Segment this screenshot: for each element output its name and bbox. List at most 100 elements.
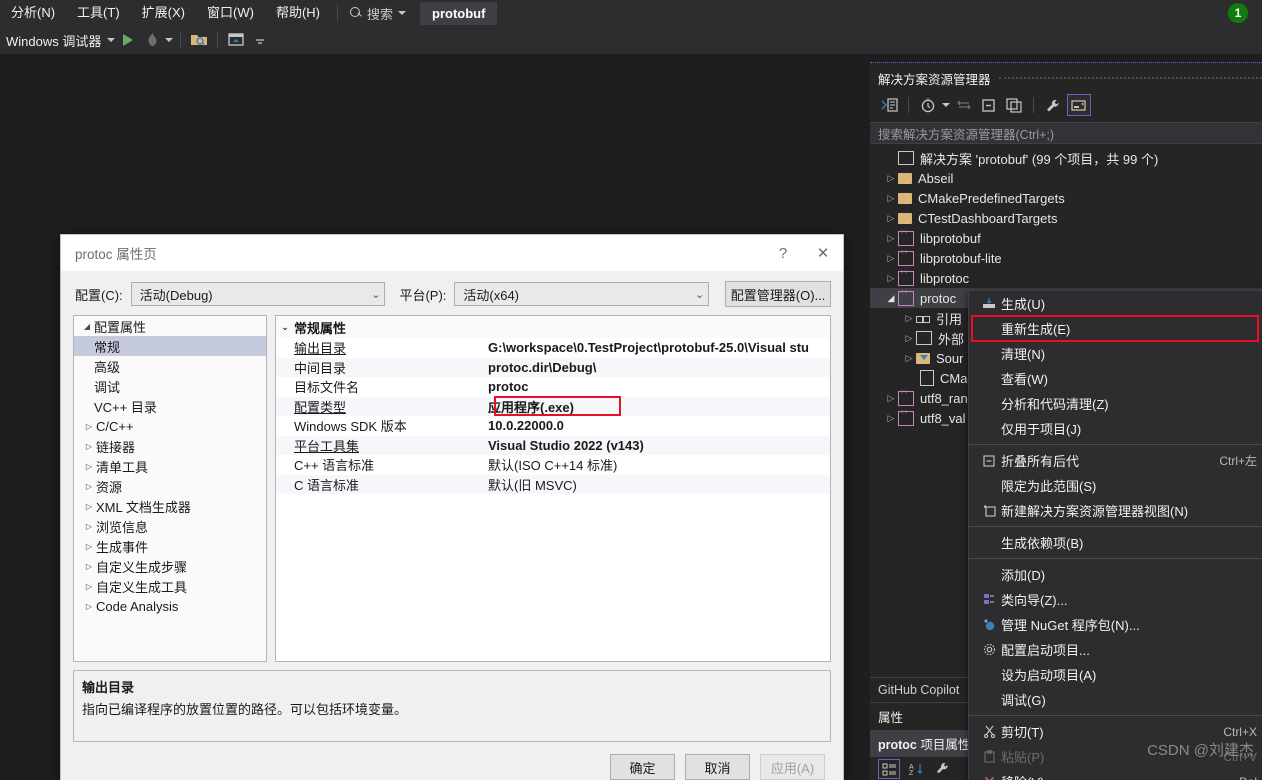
property-value[interactable]: 10.0.22000.0 <box>488 418 830 433</box>
tree-node-abseil[interactable]: ▷ Abseil <box>870 168 1262 188</box>
property-row[interactable]: C 语言标准 默认(旧 MSVC) <box>276 474 830 494</box>
chevron-right-icon[interactable]: ▷ <box>82 442 96 451</box>
category-advanced[interactable]: 高级 <box>74 356 266 376</box>
solution-search-input[interactable]: 搜索解决方案资源管理器(Ctrl+;) <box>870 122 1262 144</box>
context-menu-item-class-wizard[interactable]: 类向导(Z)... <box>969 587 1262 612</box>
chevron-right-icon[interactable]: ▷ <box>902 333 916 344</box>
chevron-down-icon[interactable] <box>165 38 174 42</box>
category-linker[interactable]: ▷ 链接器 <box>74 436 266 456</box>
configuration-manager-button[interactable]: 配置管理器(O)... <box>725 281 832 307</box>
tree-node-libprotoc[interactable]: ▷ libprotoc <box>870 268 1262 288</box>
property-row[interactable]: 输出目录 G:\workspace\0.TestProject\protobuf… <box>276 338 830 358</box>
platform-dropdown[interactable]: 活动(x64) ⌄ <box>454 282 710 306</box>
close-icon[interactable]: ✕ <box>803 236 843 270</box>
context-menu-item-manage-nuget[interactable]: 管理 NuGet 程序包(N)... <box>969 612 1262 637</box>
category-vcpp-directories[interactable]: VC++ 目录 <box>74 396 266 416</box>
chevron-down-icon[interactable]: ◢ <box>80 322 94 331</box>
chevron-down-icon[interactable] <box>942 103 950 107</box>
tree-node-solution[interactable]: 解决方案 'protobuf' (99 个项目，共 99 个) <box>870 148 1262 168</box>
new-view-icon[interactable] <box>1003 95 1025 115</box>
chevron-right-icon[interactable]: ▷ <box>82 462 96 471</box>
chevron-right-icon[interactable]: ▷ <box>82 582 96 591</box>
menu-item-window[interactable]: 窗口(W) <box>196 0 265 26</box>
context-menu-item-collapse-descendants[interactable]: 折叠所有后代 Ctrl+左 <box>969 448 1262 473</box>
category-custom-build-step[interactable]: ▷ 自定义生成步骤 <box>74 556 266 576</box>
chevron-right-icon[interactable]: ▷ <box>82 482 96 491</box>
property-row[interactable]: C++ 语言标准 默认(ISO C++14 标准) <box>276 455 830 475</box>
context-menu-item-scope-to-this[interactable]: 限定为此范围(S) <box>969 473 1262 498</box>
category-resources[interactable]: ▷ 资源 <box>74 476 266 496</box>
category-browse-information[interactable]: ▷ 浏览信息 <box>74 516 266 536</box>
category-code-analysis[interactable]: ▷ Code Analysis <box>74 596 266 616</box>
context-menu-item-new-solution-view[interactable]: 新建解决方案资源管理器视图(N) <box>969 498 1262 523</box>
category-custom-build-tool[interactable]: ▷ 自定义生成工具 <box>74 576 266 596</box>
property-row[interactable]: 平台工具集 Visual Studio 2022 (v143) <box>276 435 830 455</box>
category-xml-doc-generator[interactable]: ▷ XML 文档生成器 <box>74 496 266 516</box>
overflow-icon[interactable] <box>249 29 271 51</box>
property-row-configuration-type[interactable]: 配置类型 应用程序(.exe) <box>276 396 830 416</box>
category-general[interactable]: 常规 <box>74 336 266 356</box>
chevron-right-icon[interactable]: ▷ <box>902 313 916 324</box>
property-value[interactable]: G:\workspace\0.TestProject\protobuf-25.0… <box>488 340 830 355</box>
configuration-dropdown[interactable]: 活动(Debug) ⌄ <box>130 282 386 306</box>
project-chip[interactable]: protobuf <box>420 1 498 25</box>
menu-item-help[interactable]: 帮助(H) <box>265 0 331 26</box>
category-manifest-tool[interactable]: ▷ 清单工具 <box>74 456 266 476</box>
chevron-right-icon[interactable]: ▷ <box>82 502 96 511</box>
property-value[interactable]: 默认(ISO C++14 标准) <box>488 455 830 474</box>
property-value[interactable]: protoc.dir\Debug\ <box>488 360 830 375</box>
run-icon[interactable] <box>117 29 139 51</box>
property-value[interactable]: protoc <box>488 379 830 394</box>
property-value[interactable]: 默认(旧 MSVC) <box>488 475 830 494</box>
chevron-right-icon[interactable]: ▷ <box>884 253 898 264</box>
property-row[interactable]: 目标文件名 protoc <box>276 377 830 397</box>
alphabetical-icon[interactable]: AZ <box>906 760 926 778</box>
context-menu-item-project-only[interactable]: 仅用于项目(J) <box>969 416 1262 441</box>
pending-changes-icon[interactable] <box>917 95 939 115</box>
debug-target-label[interactable]: Windows 调试器 <box>2 31 105 50</box>
menu-item-tools[interactable]: 工具(T) <box>66 0 131 26</box>
tree-node-cmakepredefinedtargets[interactable]: ▷ CMakePredefinedTargets <box>870 188 1262 208</box>
chevron-right-icon[interactable]: ▷ <box>884 393 898 404</box>
tree-node-libprotobuf-lite[interactable]: ▷ libprotobuf-lite <box>870 248 1262 268</box>
chevron-right-icon[interactable]: ▷ <box>82 542 96 551</box>
property-row[interactable]: 中间目录 protoc.dir\Debug\ <box>276 357 830 377</box>
chevron-right-icon[interactable]: ▷ <box>884 173 898 184</box>
sync-icon[interactable] <box>953 95 975 115</box>
help-icon[interactable]: ? <box>763 236 803 270</box>
collapse-all-icon[interactable] <box>978 95 1000 115</box>
chevron-down-icon[interactable] <box>107 38 116 42</box>
preview-window-icon[interactable] <box>225 29 247 51</box>
context-menu-item-view[interactable]: 查看(W) <box>969 366 1262 391</box>
cancel-button[interactable]: 取消 <box>685 754 750 780</box>
context-menu-item-build[interactable]: 生成(U) <box>969 291 1262 316</box>
categorized-icon[interactable] <box>878 759 900 779</box>
chevron-right-icon[interactable]: ▷ <box>82 602 96 611</box>
chevron-right-icon[interactable]: ▷ <box>884 213 898 224</box>
chevron-right-icon[interactable]: ▷ <box>884 193 898 204</box>
context-menu-item-configure-startup[interactable]: 配置启动项目... <box>969 637 1262 662</box>
context-menu-item-analyze-cleanup[interactable]: 分析和代码清理(Z) <box>969 391 1262 416</box>
property-pages-wrench-icon[interactable] <box>932 760 952 778</box>
global-search[interactable]: 搜索 <box>344 4 412 23</box>
category-build-events[interactable]: ▷ 生成事件 <box>74 536 266 556</box>
menu-item-extensions[interactable]: 扩展(X) <box>131 0 196 26</box>
chevron-down-icon[interactable]: ⌄ <box>276 322 294 333</box>
chevron-right-icon[interactable]: ▷ <box>884 273 898 284</box>
menu-item-analyze[interactable]: 分析(N) <box>0 0 66 26</box>
context-menu-item-debug[interactable]: 调试(G) <box>969 687 1262 712</box>
chevron-right-icon[interactable]: ▷ <box>902 353 916 364</box>
ok-button[interactable]: 确定 <box>610 754 675 780</box>
property-value-configuration-type[interactable]: 应用程序(.exe) <box>488 397 830 416</box>
notification-badge[interactable]: 1 <box>1228 3 1248 23</box>
open-folder-search-icon[interactable] <box>188 29 210 51</box>
context-menu-item-clean[interactable]: 清理(N) <box>969 341 1262 366</box>
category-configuration-properties[interactable]: ◢ 配置属性 <box>74 316 266 336</box>
context-menu-item-build-dependencies[interactable]: 生成依赖项(B) <box>969 530 1262 555</box>
properties-wrench-icon[interactable] <box>1042 95 1064 115</box>
category-c-cpp[interactable]: ▷ C/C++ <box>74 416 266 436</box>
property-row[interactable]: Windows SDK 版本 10.0.22000.0 <box>276 416 830 436</box>
hot-reload-icon[interactable] <box>141 29 163 51</box>
apply-button[interactable]: 应用(A) <box>760 754 825 780</box>
category-debugging[interactable]: 调试 <box>74 376 266 396</box>
